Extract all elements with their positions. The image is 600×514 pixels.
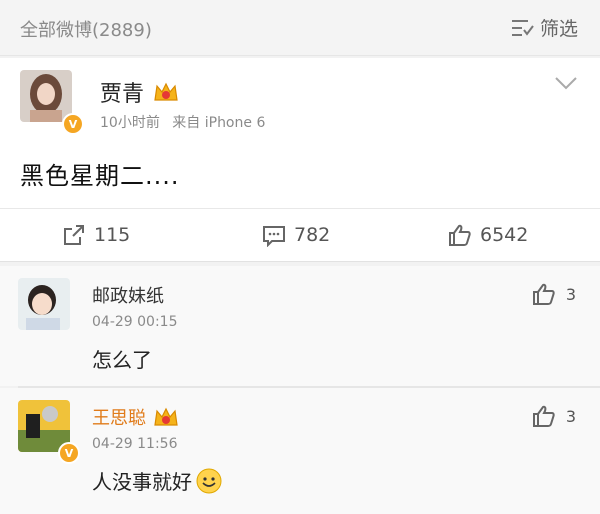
avatar-image (20, 70, 72, 122)
like-count: 6542 (480, 224, 529, 246)
weibo-post: V 贾青 10小时前 来自 iPhone 6 黑色星期二.... (0, 58, 600, 208)
like-button[interactable]: 6542 (448, 223, 528, 247)
comment-item: V 王思聪 04-29 11:56 人没事就好 3 (0, 388, 600, 514)
vip-crown-icon (154, 82, 178, 101)
action-bar: 115 782 6542 (0, 208, 600, 262)
header-bar: 全部微博(2889) 筛选 (0, 0, 600, 56)
avatar[interactable] (20, 70, 72, 122)
comment-like-button[interactable]: 3 (532, 282, 576, 306)
filter-icon (511, 19, 534, 36)
comment-text: 人没事就好 (92, 466, 222, 495)
post-time: 10小时前 (100, 115, 160, 131)
comment-time: 04-29 00:15 (92, 314, 178, 330)
avatar[interactable] (18, 278, 70, 330)
repost-count: 115 (94, 224, 131, 246)
verified-badge-icon: V (58, 442, 80, 464)
post-text: 黑色星期二.... (20, 162, 180, 190)
comment-item: 邮政妹纸 04-29 00:15 怎么了 3 (0, 266, 600, 386)
thumbs-up-icon (449, 224, 471, 246)
chevron-down-icon[interactable] (554, 76, 578, 90)
vip-crown-icon (154, 407, 178, 426)
comment-text-content: 人没事就好 (92, 470, 192, 494)
avatar-image (18, 278, 70, 330)
post-author: 贾青 (100, 76, 180, 108)
comment-like-count: 3 (565, 284, 576, 304)
comment-text: 怎么了 (92, 348, 152, 372)
post-meta: 10小时前 来自 iPhone 6 (100, 112, 265, 132)
comment-author[interactable]: 邮政妹纸 (92, 282, 164, 308)
comment-icon (263, 226, 285, 247)
filter-label: 筛选 (539, 18, 578, 40)
comment-author[interactable]: 王思聪 (92, 404, 180, 430)
smile-emoji-icon (196, 468, 222, 493)
verified-badge-icon: V (62, 113, 84, 135)
thumbs-up-icon (532, 283, 555, 305)
comment-time: 04-29 11:56 (92, 436, 178, 452)
comment-like-count: 3 (565, 406, 576, 426)
author-name[interactable]: 贾青 (100, 76, 144, 108)
all-weibo-count[interactable]: 全部微博(2889) (20, 16, 152, 42)
filter-button[interactable]: 筛选 (510, 14, 578, 41)
repost-icon (64, 225, 84, 245)
repost-button[interactable]: 115 (62, 223, 130, 247)
comment-like-button[interactable]: 3 (532, 404, 576, 428)
comment-button[interactable]: 782 (262, 223, 330, 247)
comment-author-name: 王思聪 (92, 408, 146, 429)
comment-count: 782 (294, 224, 331, 246)
thumbs-up-icon (532, 405, 555, 427)
post-source: 来自 iPhone 6 (172, 115, 266, 131)
